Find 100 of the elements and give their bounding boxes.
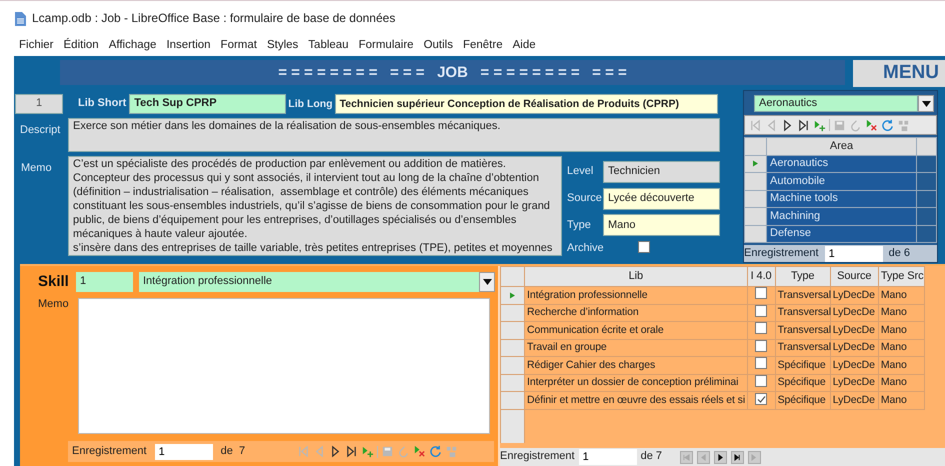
table-cell[interactable]: Transversal <box>775 304 830 322</box>
row-header[interactable] <box>500 286 525 304</box>
menu-item[interactable]: Aide <box>508 39 541 53</box>
caret-icon[interactable] <box>482 278 492 284</box>
i40-checkbox[interactable] <box>755 393 768 406</box>
row-header[interactable] <box>500 356 525 374</box>
table-cell[interactable]: Mano <box>878 339 924 356</box>
refresh-icon[interactable] <box>429 445 442 458</box>
i40-checkbox[interactable] <box>755 357 768 370</box>
row-header[interactable] <box>500 392 525 409</box>
row-header[interactable] <box>744 208 766 225</box>
table-cell[interactable]: Machine tools <box>766 190 916 208</box>
i40-checkbox[interactable] <box>755 287 768 300</box>
refresh-icon[interactable] <box>881 118 894 132</box>
row-header[interactable] <box>744 190 766 208</box>
table-cell[interactable]: Recherche d’information <box>524 304 748 322</box>
table-cell[interactable]: Mano <box>878 392 924 409</box>
table-cell[interactable]: Transversal <box>775 339 830 356</box>
row-header[interactable] <box>744 225 766 242</box>
table-cell[interactable]: LyDecDe <box>830 322 878 339</box>
last-record-icon[interactable] <box>345 445 358 458</box>
memo-field[interactable]: C’est un spécialiste des procédés de production par enlèvement ou addition de matières. Concepteur des processus qui y sont associés, il intervient tout au long de la chaîne d’obtention (définition – industrialisation – réalisation, assemblage et contrôle) des éléments mécaniques constituant les sous-ensembles industriels, qu’il s’agisse de biens de consommation pour le grand public, de biens d’équipement pour les entreprises, d’outillages spécialisés ou d’ensembles mécaniques à haute valeur ajoutée. s’insère dans des entreprises de taille variable, très petites entreprises (TPE), petites et moyennes <box>68 156 562 256</box>
table-cell[interactable]: Spécifique <box>775 392 830 409</box>
column-header[interactable]: Type <box>775 266 830 286</box>
row-header[interactable] <box>500 322 525 339</box>
lib-long-field[interactable]: Technicien supérieur Conception de Réalisation de Produits (CPRP) <box>334 94 718 114</box>
table-cell[interactable]: Automobile <box>766 172 916 190</box>
caret-icon[interactable] <box>922 100 930 106</box>
table-cell[interactable]: Communication écrite et orale <box>524 322 748 339</box>
id-field[interactable]: 1 <box>15 94 63 114</box>
level-field[interactable]: Technicien <box>603 160 720 183</box>
menu-item[interactable]: Tableau <box>303 39 354 53</box>
table-cell[interactable]: LyDecDe <box>830 374 878 392</box>
table-cell[interactable]: Transversal <box>775 322 830 339</box>
table-cell[interactable]: Rédiger Cahier des charges <box>524 356 748 374</box>
area-dropdown[interactable]: Aeronautics <box>754 95 918 112</box>
i40-checkbox[interactable] <box>755 340 768 352</box>
table-cell[interactable]: Machining <box>766 208 916 225</box>
column-header[interactable]: Source <box>830 266 878 286</box>
table-cell[interactable]: Travail en groupe <box>524 339 748 356</box>
skill-id-field[interactable]: 1 <box>76 272 133 292</box>
column-header[interactable]: I 4.0 <box>747 266 776 286</box>
row-header[interactable] <box>500 304 525 322</box>
i40-checkbox[interactable] <box>755 374 768 387</box>
dropdown-button[interactable] <box>918 95 934 112</box>
menu-button[interactable]: MENU <box>853 60 945 87</box>
menu-item[interactable]: Fichier <box>14 39 59 53</box>
row-header[interactable] <box>744 155 766 172</box>
next-record-icon[interactable] <box>781 118 794 132</box>
table-cell[interactable]: Transversal <box>775 286 830 304</box>
archive-checkbox[interactable] <box>638 240 650 253</box>
menu-item[interactable]: Formulaire <box>354 39 419 53</box>
column-header[interactable]: Area <box>766 138 916 155</box>
table-cell[interactable]: Mano <box>878 322 924 339</box>
record-number-field[interactable]: 1 <box>578 449 637 465</box>
source-field[interactable]: Lycée découverte <box>603 188 720 210</box>
table-cell[interactable]: Spécifique <box>775 356 830 374</box>
menu-item[interactable]: Styles <box>262 39 304 53</box>
menu-item[interactable]: Édition <box>58 39 104 53</box>
menu-item[interactable]: Outils <box>418 39 458 53</box>
next-record-button[interactable] <box>714 450 728 464</box>
record-number-field[interactable]: 1 <box>154 444 213 460</box>
last-record-icon[interactable] <box>797 118 810 132</box>
delete-record-icon[interactable] <box>413 445 426 458</box>
table-cell[interactable]: Définir et mettre en œuvre des essais réels et si <box>524 392 748 409</box>
menu-item[interactable]: Fenêtre <box>458 39 508 53</box>
table-cell[interactable]: Mano <box>878 286 924 304</box>
table-cell[interactable]: LyDecDe <box>830 286 878 304</box>
last-record-icon[interactable] <box>734 454 742 460</box>
table-cell[interactable]: Mano <box>878 304 924 322</box>
table-cell[interactable]: Defense <box>766 225 916 242</box>
memo-field[interactable] <box>78 298 490 434</box>
table-cell[interactable]: Mano <box>878 374 924 392</box>
table-cell[interactable]: LyDecDe <box>830 304 878 322</box>
table-cell[interactable]: LyDecDe <box>830 339 878 356</box>
menu-item[interactable]: Format <box>216 39 262 53</box>
table-cell[interactable]: Spécifique <box>775 374 830 392</box>
row-header[interactable] <box>500 339 525 356</box>
row-header[interactable] <box>500 374 525 392</box>
column-header[interactable]: Lib <box>524 266 748 286</box>
last-record-button[interactable] <box>731 450 744 464</box>
dropdown-button[interactable] <box>479 272 495 292</box>
description-field[interactable]: Exerce son métier dans les domaines de la réalisation de sous-ensembles mécaniques. <box>68 118 720 152</box>
table-cell[interactable]: LyDecDe <box>830 356 878 374</box>
i40-checkbox[interactable] <box>755 322 768 334</box>
table-cell[interactable]: Mano <box>878 356 924 374</box>
table-cell[interactable]: LyDecDe <box>830 392 878 409</box>
i40-checkbox[interactable] <box>755 304 768 317</box>
record-number-field[interactable]: 1 <box>824 246 883 262</box>
menu-item[interactable]: Insertion <box>161 39 216 53</box>
delete-record-icon[interactable] <box>865 118 878 132</box>
type-field[interactable]: Mano <box>603 214 720 236</box>
skill-dropdown[interactable]: Intégration professionnelle <box>139 272 479 292</box>
next-record-icon[interactable] <box>717 454 724 460</box>
table-cell[interactable]: Interpréter un dossier de conception préliminai <box>524 374 748 392</box>
row-header[interactable] <box>744 172 766 190</box>
column-header[interactable]: Type Src <box>878 266 924 286</box>
table-cell[interactable]: Intégration professionnelle <box>524 286 748 304</box>
lib-short-field[interactable]: Tech Sup CPRP <box>129 94 286 114</box>
table-cell[interactable]: Aeronautics <box>766 155 916 172</box>
